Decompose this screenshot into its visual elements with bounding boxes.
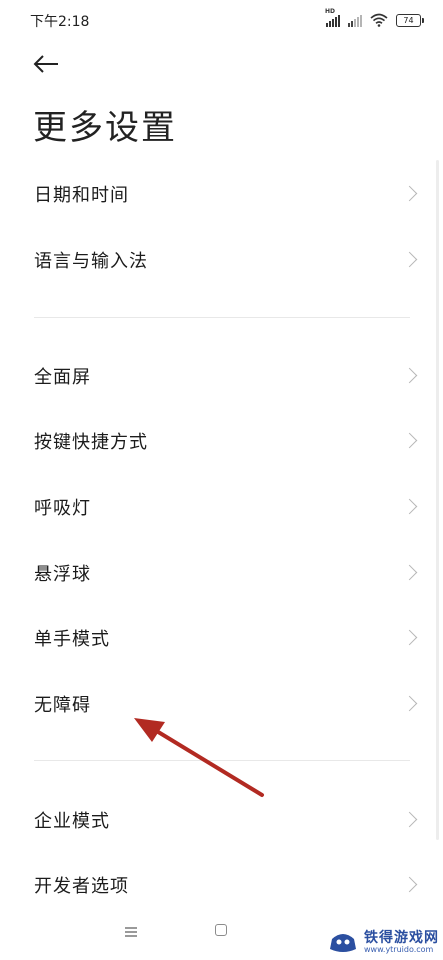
- home-icon[interactable]: [215, 924, 227, 936]
- chevron-right-icon: [401, 564, 418, 581]
- chevron-right-icon: [401, 629, 418, 646]
- chevron-right-icon: [401, 811, 418, 828]
- navigation-bar: 铁得游戏网 www.ytruido.com: [0, 908, 443, 960]
- settings-item-button-shortcuts[interactable]: 按键快捷方式: [0, 411, 443, 471]
- settings-item-fullscreen[interactable]: 全面屏: [0, 346, 443, 406]
- status-icons: HD 74: [325, 8, 424, 30]
- chevron-right-icon: [401, 185, 418, 202]
- settings-item-one-hand-mode[interactable]: 单手模式: [0, 608, 443, 668]
- chevron-right-icon: [401, 251, 418, 268]
- battery-icon: 74: [396, 13, 424, 27]
- wifi-icon: [370, 13, 388, 27]
- item-label: 企业模式: [34, 811, 110, 832]
- signal-icon-2: [348, 14, 362, 27]
- settings-item-date-time[interactable]: 日期和时间: [0, 164, 443, 224]
- signal-icon: HD: [325, 8, 340, 27]
- page-title: 更多设置: [33, 108, 177, 148]
- settings-item-developer-options[interactable]: 开发者选项: [0, 855, 443, 915]
- watermark-title: 铁得游戏网: [364, 929, 439, 946]
- settings-item-floating-ball[interactable]: 悬浮球: [0, 543, 443, 603]
- settings-item-language-input[interactable]: 语言与输入法: [0, 230, 443, 290]
- settings-item-breathing-light[interactable]: 呼吸灯: [0, 477, 443, 537]
- item-label: 语言与输入法: [34, 251, 148, 272]
- chevron-right-icon: [401, 367, 418, 384]
- hd-label: HD: [325, 7, 336, 15]
- item-label: 开发者选项: [34, 876, 129, 897]
- watermark-url: www.ytruido.com: [364, 944, 434, 954]
- chevron-right-icon: [401, 876, 418, 893]
- battery-level: 74: [403, 15, 414, 25]
- status-bar: 下午2:18 HD 74: [0, 0, 443, 40]
- watermark: 铁得游戏网 www.ytruido.com: [328, 931, 439, 954]
- item-label: 日期和时间: [34, 185, 129, 206]
- item-label: 全面屏: [34, 367, 91, 388]
- back-button[interactable]: [28, 48, 64, 80]
- watermark-logo-icon: [330, 934, 356, 953]
- item-label: 按键快捷方式: [34, 432, 148, 453]
- status-time: 下午2:18: [30, 14, 90, 30]
- item-label: 无障碍: [34, 695, 91, 716]
- settings-item-accessibility[interactable]: 无障碍: [0, 674, 443, 734]
- item-label: 呼吸灯: [34, 498, 91, 519]
- chevron-right-icon: [401, 498, 418, 515]
- menu-icon[interactable]: [125, 927, 137, 937]
- item-label: 单手模式: [34, 629, 110, 650]
- back-arrow-icon: [33, 55, 58, 73]
- section-divider: [34, 317, 410, 318]
- settings-item-enterprise-mode[interactable]: 企业模式: [0, 790, 443, 850]
- item-label: 悬浮球: [34, 564, 91, 585]
- chevron-right-icon: [401, 695, 418, 712]
- chevron-right-icon: [401, 432, 418, 449]
- section-divider: [34, 760, 410, 761]
